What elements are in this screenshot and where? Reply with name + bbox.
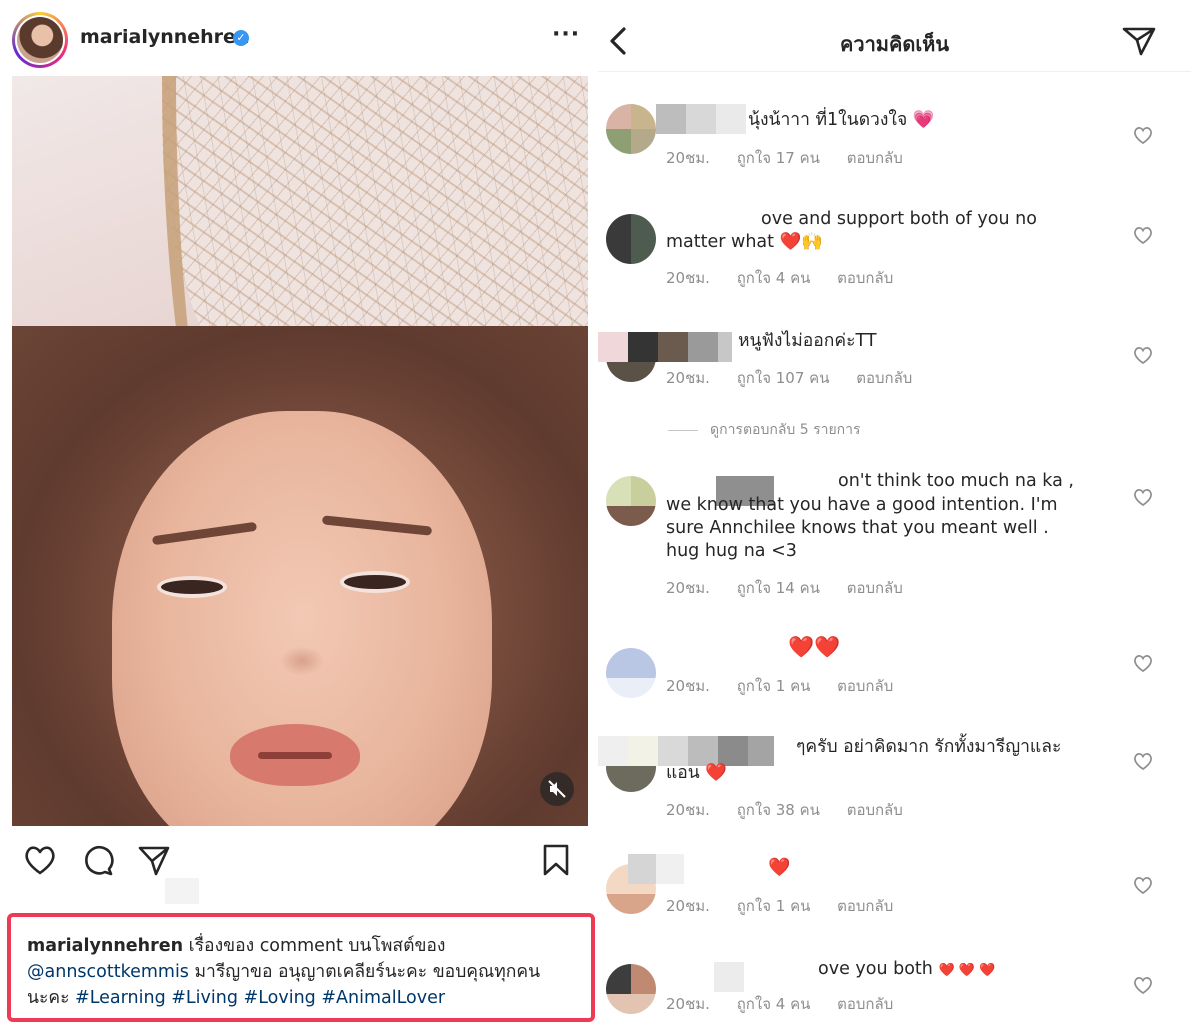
profile-avatar[interactable]	[12, 12, 68, 68]
comment-time: 20ชม.	[666, 149, 710, 167]
hashtag-loving[interactable]: #Loving	[244, 988, 316, 1008]
caption-text-2: มารีญาขอ อนุญาตเคลียร์นะคะ ขอบคุณทุกคน	[194, 962, 541, 982]
comment-avatar[interactable]	[606, 476, 656, 526]
comment-meta: 20ชม. ถูกใจ 4 คน ตอบกลับ	[666, 992, 915, 1016]
comment-like-heart-icon[interactable]	[1132, 224, 1154, 246]
comment-likes[interactable]: ถูกใจ 17 คน	[737, 149, 820, 167]
comment-text: hug hug na <3	[666, 541, 797, 561]
comment-like-heart-icon[interactable]	[1132, 124, 1154, 146]
comments-title: ความคิดเห็น	[839, 32, 950, 56]
comment-avatar[interactable]	[606, 214, 656, 264]
comment-likes[interactable]: ถูกใจ 1 คน	[737, 897, 811, 915]
comment-emoji: ❤️	[705, 763, 728, 783]
comment-text: we know that you have a good intention. …	[666, 495, 1058, 515]
heart-icon[interactable]	[22, 842, 60, 880]
comment-time: 20ชม.	[666, 801, 710, 819]
comment-text: matter what	[666, 232, 775, 252]
comment-text: ๆครับ อย่าคิดมาก รักทั้งมารีญาและ	[796, 737, 1062, 757]
comment-meta: 20ชม. ถูกใจ 17 คน ตอบกลับ	[666, 146, 925, 170]
comment-text: แอน	[666, 763, 700, 783]
comment-time: 20ชม.	[666, 579, 710, 597]
comment-time: 20ชม.	[666, 995, 710, 1013]
comment-likes[interactable]: ถูกใจ 107 คน	[737, 369, 830, 387]
hashtag-living[interactable]: #Living	[171, 988, 238, 1008]
reply-button[interactable]: ตอบกลับ	[837, 897, 893, 915]
caption-username[interactable]: marialynnehren	[27, 936, 183, 956]
bookmark-icon[interactable]	[538, 842, 576, 880]
hashtag-animallover[interactable]: #AnimalLover	[321, 988, 445, 1008]
comment-text: sure Annchilee knows that you meant well…	[666, 518, 1049, 538]
comment-like-heart-icon[interactable]	[1132, 486, 1154, 508]
comment-avatar[interactable]	[606, 648, 656, 698]
comment-text: on't think too much na ka ,	[838, 471, 1074, 491]
direct-send-icon[interactable]	[1122, 26, 1156, 60]
caption-mention[interactable]: @annscottkemmis	[27, 962, 189, 982]
caption-text-3: นะคะ	[27, 988, 70, 1008]
share-icon[interactable]	[136, 842, 174, 880]
comment-emoji: ❤️❤️	[788, 635, 841, 659]
mute-icon[interactable]	[540, 772, 574, 806]
comment-likes[interactable]: ถูกใจ 4 คน	[737, 995, 811, 1013]
comments-panel: ความคิดเห็น นุ้งน้าาา ที่1ในดวงใจ 💗 20ชม…	[598, 0, 1191, 1024]
more-options-icon[interactable]: ···	[552, 22, 580, 47]
comment-icon[interactable]	[80, 842, 118, 880]
comment-text: หนูฟังไม่ออกค่ะTT	[738, 331, 877, 351]
comment-avatar[interactable]	[606, 964, 656, 1014]
post-video[interactable]	[12, 76, 588, 826]
comment-time: 20ชม.	[666, 269, 710, 287]
reply-button[interactable]: ตอบกลับ	[847, 579, 903, 597]
view-replies-button[interactable]: ดูการตอบกลับ 5 รายการ	[668, 419, 861, 441]
comment-text: ove and support both of you no	[761, 209, 1037, 229]
comment-meta: 20ชม. ถูกใจ 4 คน ตอบกลับ	[666, 266, 915, 290]
hashtag-learning[interactable]: #Learning	[75, 988, 166, 1008]
comment-meta: 20ชม. ถูกใจ 1 คน ตอบกลับ	[666, 674, 915, 698]
comment-avatar[interactable]	[606, 104, 656, 154]
post-header: marialynnehren ✓ ···	[0, 0, 598, 76]
reply-button[interactable]: ตอบกลับ	[837, 677, 893, 695]
comment-meta: 20ชม. ถูกใจ 14 คน ตอบกลับ	[666, 576, 925, 600]
caption-text-1: เรื่องของ comment บนโพสต์ของ	[188, 936, 446, 956]
comment-like-heart-icon[interactable]	[1132, 974, 1154, 996]
comment-emoji: ❤️ ❤️ ❤️	[938, 963, 996, 978]
comment-time: 20ชม.	[666, 897, 710, 915]
blurred-patch	[165, 878, 199, 904]
comment-like-heart-icon[interactable]	[1132, 874, 1154, 896]
comment-like-heart-icon[interactable]	[1132, 750, 1154, 772]
comment-text: ove you both	[818, 959, 933, 979]
reply-button[interactable]: ตอบกลับ	[837, 995, 893, 1013]
comment-meta: 20ชม. ถูกใจ 107 คน ตอบกลับ	[666, 366, 934, 390]
reply-button[interactable]: ตอบกลับ	[856, 369, 912, 387]
comment-text: นุ้งน้าาา ที่1ในดวงใจ	[748, 110, 908, 130]
verified-badge-icon: ✓	[233, 30, 249, 46]
view-replies-label: ดูการตอบกลับ 5 รายการ	[710, 422, 861, 438]
reply-button[interactable]: ตอบกลับ	[847, 149, 903, 167]
comment-time: 20ชม.	[666, 677, 710, 695]
comments-header: ความคิดเห็น	[598, 0, 1191, 72]
comment-emoji: ❤️	[768, 857, 791, 878]
comment-likes[interactable]: ถูกใจ 14 คน	[737, 579, 820, 597]
comment-emoji: 💗	[912, 110, 935, 130]
post-actions-bar	[0, 826, 598, 896]
comment-likes[interactable]: ถูกใจ 38 คน	[737, 801, 820, 819]
comment-time: 20ชม.	[666, 369, 710, 387]
post-caption: marialynnehren เรื่องของ comment บนโพสต์…	[7, 913, 595, 1022]
reply-button[interactable]: ตอบกลับ	[847, 801, 903, 819]
post-panel: marialynnehren ✓ ··· marialynnehren เรื่…	[0, 0, 598, 1024]
comment-likes[interactable]: ถูกใจ 4 คน	[737, 269, 811, 287]
post-username[interactable]: marialynnehren	[80, 26, 249, 48]
comment-likes[interactable]: ถูกใจ 1 คน	[737, 677, 811, 695]
reply-button[interactable]: ตอบกลับ	[837, 269, 893, 287]
comment-like-heart-icon[interactable]	[1132, 652, 1154, 674]
comment-like-heart-icon[interactable]	[1132, 344, 1154, 366]
comment-emoji: ❤️🙌	[779, 232, 824, 252]
comment-meta: 20ชม. ถูกใจ 1 คน ตอบกลับ	[666, 894, 915, 918]
comment-meta: 20ชม. ถูกใจ 38 คน ตอบกลับ	[666, 798, 925, 822]
